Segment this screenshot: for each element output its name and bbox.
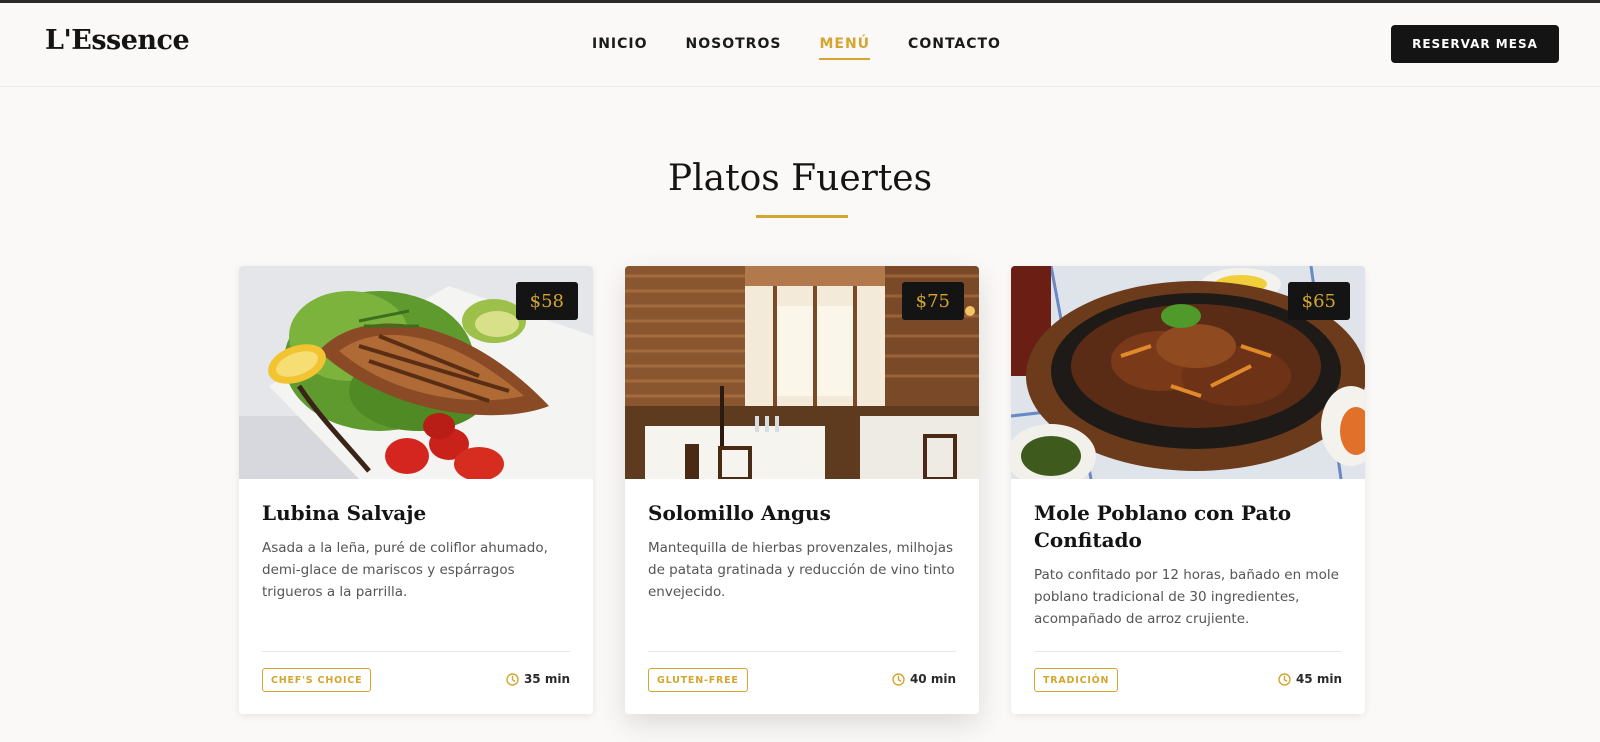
nav-item-menu[interactable]: MENÚ	[819, 36, 870, 60]
dish-card[interactable]: $75 Solomillo Angus Mantequilla de hierb…	[625, 266, 979, 714]
card-footer: GLUTEN-FREE 40 min	[648, 651, 956, 714]
dish-tag: CHEF'S CHOICE	[262, 668, 372, 692]
card-footer: TRADICIÓN 45 min	[1034, 651, 1342, 714]
dish-description: Asada a la leña, puré de coliflor ahumad…	[262, 540, 548, 600]
card-body: Mole Poblano con Pato Confitado Pato con…	[1034, 500, 1344, 630]
nav-item-inicio[interactable]: INICIO	[592, 36, 648, 60]
prep-time: 40 min	[892, 672, 956, 686]
reserve-table-button[interactable]: RESERVAR MESA	[1391, 25, 1559, 63]
prep-time-value: 35 min	[523, 672, 570, 686]
dish-card[interactable]: $58 Lubina Salvaje Asada a la leña, puré…	[239, 266, 593, 714]
clock-icon	[892, 672, 905, 686]
dish-name: Solomillo Angus	[648, 501, 831, 525]
dish-description: Mantequilla de hierbas provenzales, milh…	[648, 540, 955, 600]
title-underline	[756, 215, 848, 218]
prep-time: 45 min	[1278, 672, 1342, 686]
dish-tag: GLUTEN-FREE	[648, 668, 748, 692]
prep-time: 35 min	[506, 672, 570, 686]
main-nav: INICIO NOSOTROS MENÚ CONTACTO	[592, 36, 1039, 60]
section-title: Platos Fuertes	[667, 158, 933, 199]
price-badge: $58	[515, 282, 578, 320]
clock-icon	[506, 672, 519, 686]
price-badge: $65	[1287, 282, 1350, 320]
dish-tag: TRADICIÓN	[1034, 668, 1119, 692]
nav-item-contacto[interactable]: CONTACTO	[908, 36, 1001, 60]
site-header: L'Essence INICIO NOSOTROS MENÚ CONTACTO …	[0, 3, 1600, 87]
card-footer: CHEF'S CHOICE 35 min	[262, 651, 570, 714]
dish-card[interactable]: $65 Mole Poblano con Pato Confitado Pato…	[1011, 266, 1365, 714]
dish-description: Pato confitado por 12 horas, bañado en m…	[1034, 567, 1339, 627]
nav-item-nosotros[interactable]: NOSOTROS	[686, 36, 782, 60]
brand-logo[interactable]: L'Essence	[45, 25, 190, 56]
card-body: Lubina Salvaje Asada a la leña, puré de …	[262, 500, 572, 603]
clock-icon	[1278, 672, 1291, 686]
prep-time-value: 45 min	[1295, 672, 1342, 686]
card-body: Solomillo Angus Mantequilla de hierbas p…	[648, 500, 958, 603]
price-badge: $75	[901, 282, 964, 320]
dish-name: Mole Poblano con Pato Confitado	[1034, 501, 1292, 552]
dish-name: Lubina Salvaje	[262, 501, 427, 525]
prep-time-value: 40 min	[909, 672, 956, 686]
